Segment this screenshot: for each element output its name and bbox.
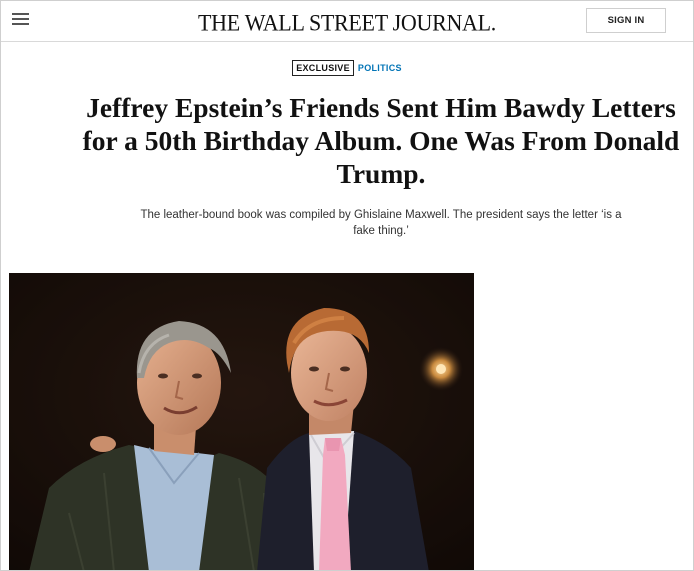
page-frame: THE WALL STREET JOURNAL. SIGN IN EXCLUSI… [0, 0, 694, 571]
article-labels: EXCLUSIVE POLITICS [1, 60, 693, 76]
site-header: THE WALL STREET JOURNAL. SIGN IN [1, 1, 693, 42]
article-photo [9, 273, 474, 570]
exclusive-badge: EXCLUSIVE [292, 60, 354, 76]
sign-in-button[interactable]: SIGN IN [586, 8, 666, 33]
article-headline: Jeffrey Epstein’s Friends Sent Him Bawdy… [82, 92, 680, 189]
article-dek: The leather-bound book was compiled by G… [140, 209, 622, 237]
section-link[interactable]: POLITICS [358, 62, 402, 74]
